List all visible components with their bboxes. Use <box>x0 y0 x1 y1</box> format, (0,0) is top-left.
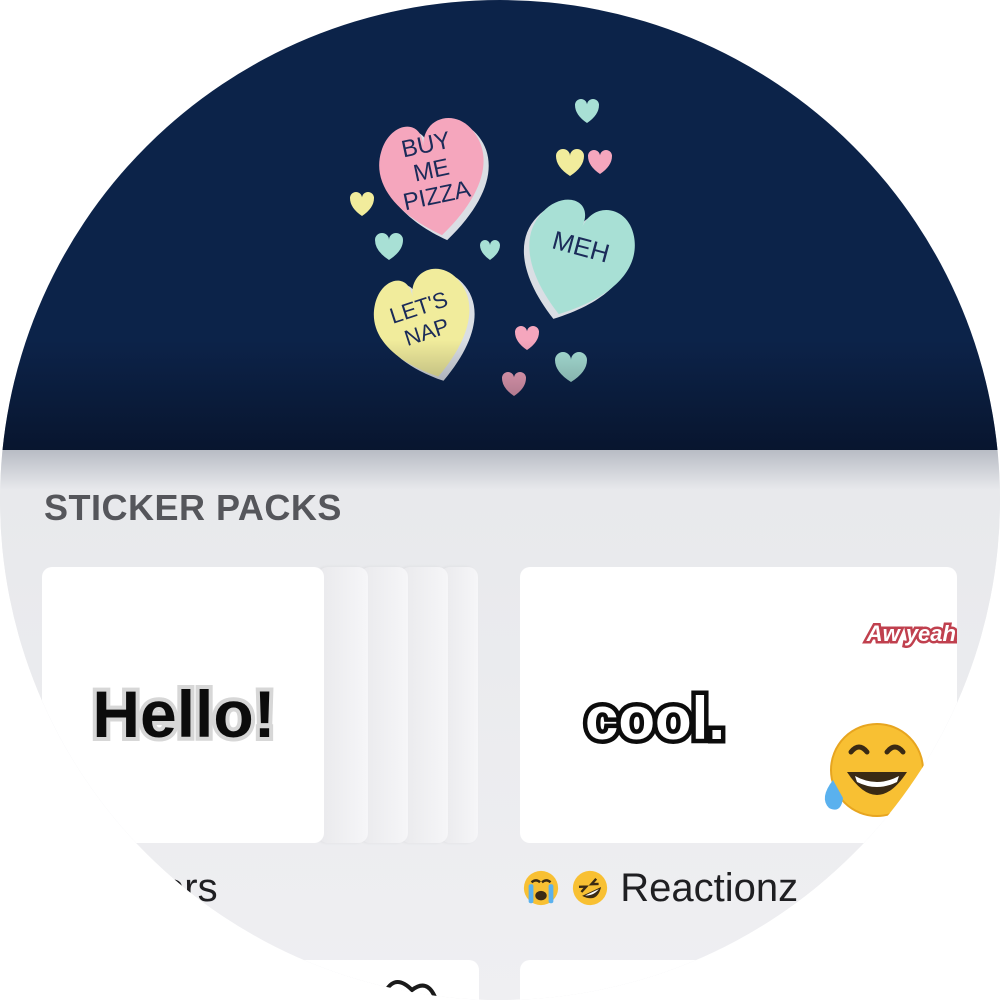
cool-sticker: cool. <box>585 685 725 752</box>
crying-face-icon <box>523 870 559 906</box>
featured-banner[interactable]: BUY ME PIZZA MEH LET'S NAP <box>0 0 1000 450</box>
section-title: STICKER PACKS <box>44 487 342 528</box>
aw-yeah-sticker: Aw yeah! <box>866 621 957 646</box>
card-stack-layer <box>318 567 368 843</box>
pack-card-hello[interactable]: Hello! <box>42 567 324 843</box>
screenshot-viewport: BUY ME PIZZA MEH LET'S NAP STICKER PACKS <box>0 0 1000 1000</box>
pack-name-reactionz: Reactionz <box>620 866 799 910</box>
pack-card-reactionz[interactable]: Aw yeah! cool. <box>520 567 957 843</box>
reactionz-preview: Aw yeah! cool. <box>580 619 957 817</box>
banner-shade <box>0 340 1000 450</box>
pack-card-next-right[interactable] <box>520 960 957 1000</box>
rolling-laughing-icon <box>573 870 608 906</box>
pack-name-row: Reactionz <box>522 866 798 911</box>
laughing-crying-emoji-icon <box>824 723 930 817</box>
hello-sticker-text: Hello! <box>92 677 275 751</box>
pack-card-next-left[interactable] <box>42 960 479 1000</box>
pack-name-stickers: kers <box>142 866 218 910</box>
hello-sticker: Hello! <box>88 673 279 755</box>
heart-buy-me-pizza: BUY ME PIZZA <box>379 118 489 241</box>
heart-meh: MEH <box>523 199 635 319</box>
cat-sticker-partial <box>379 980 439 1000</box>
